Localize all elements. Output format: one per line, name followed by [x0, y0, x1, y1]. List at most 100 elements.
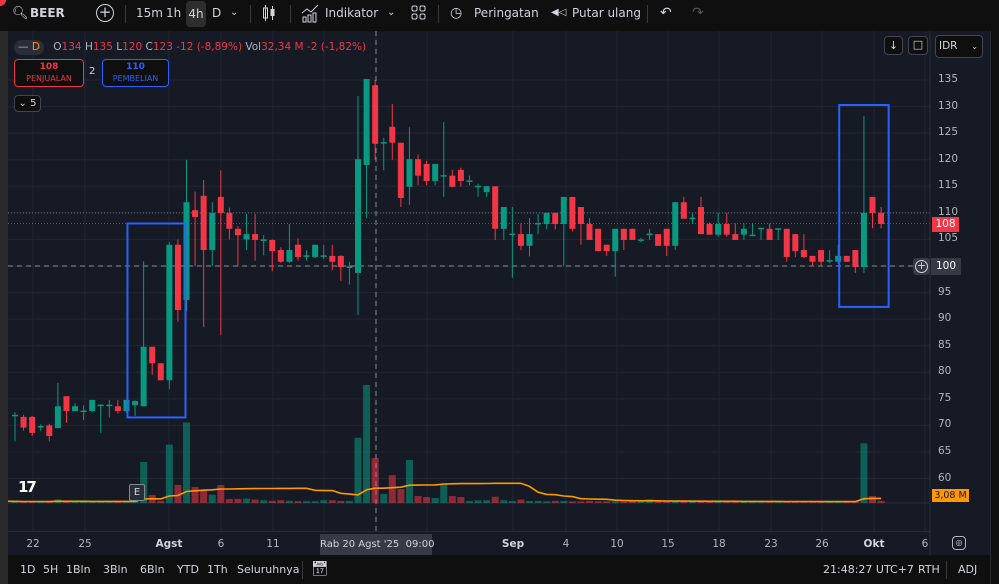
candle-up	[535, 222, 542, 225]
candle-up	[612, 228, 619, 252]
range-button-1th[interactable]: 1Th	[207, 563, 228, 576]
legend-toggle[interactable]: — D	[14, 40, 44, 55]
volume-bar	[869, 496, 876, 503]
candle-up	[260, 239, 267, 241]
time-axis[interactable]: 22 25 Agst 6 11 Sep 4 10 15 18 23 26 Okt 6 Rab 20 Agst…	[8, 531, 930, 556]
volume-bar	[860, 443, 868, 503]
candle-up	[106, 404, 113, 407]
candle-up	[80, 410, 87, 413]
volume-bar	[414, 496, 422, 503]
plus-circle-icon: +	[915, 259, 928, 273]
volume-bar	[208, 494, 216, 503]
earnings-event-marker[interactable]: E	[129, 484, 145, 501]
time-axis-label: 4	[562, 538, 570, 550]
volume-bar	[380, 493, 388, 503]
time-axis-label: 11	[266, 538, 280, 550]
range-button-1d[interactable]: 1D	[20, 563, 35, 576]
candle-down	[869, 196, 876, 213]
chevron-down-icon: ⌄	[971, 42, 978, 51]
candle-down	[663, 228, 670, 246]
legend-interval: D	[31, 41, 40, 53]
candle-down	[603, 244, 610, 252]
candle-down	[552, 212, 559, 225]
candle-down	[852, 250, 859, 268]
volume-bar	[191, 487, 199, 503]
price-axis-label: 125	[938, 126, 959, 139]
time-axis-label: Sep	[501, 538, 525, 550]
candle-down	[252, 234, 259, 240]
range-button-5h[interactable]: 5H	[43, 563, 58, 576]
candle-down	[577, 207, 584, 225]
range-button-6bln[interactable]: 6Bln	[140, 563, 165, 576]
range-button-1bln[interactable]: 1Bln	[66, 563, 91, 576]
volume-bar	[251, 499, 259, 503]
candle-up	[500, 207, 507, 229]
volume-bar	[620, 501, 628, 503]
time-axis-label: 6	[217, 538, 225, 550]
candle-up	[637, 239, 644, 241]
candle-down	[149, 346, 156, 364]
scroll-to-latest-arrow-down-icon[interactable]: ↓	[884, 36, 903, 55]
sell-price: 108	[39, 62, 59, 72]
volume-bar	[157, 500, 165, 503]
candle-up	[672, 202, 679, 246]
spread-value: 2	[89, 66, 96, 77]
volume-bar	[637, 501, 645, 503]
crosshair-time-label: Rab 20 Agst '25 09:00	[320, 534, 434, 555]
candle-down	[372, 85, 379, 144]
candle-down	[200, 195, 207, 251]
volume-bar	[440, 483, 448, 503]
candle-down	[269, 239, 276, 252]
volume-bar	[328, 500, 336, 503]
adjust-toggle[interactable]: ADJ	[958, 563, 977, 576]
price-axis-label: 85	[938, 338, 952, 351]
volume-value: 32,34 M	[261, 41, 304, 53]
volume-label: Vol	[245, 41, 262, 53]
range-button-3bln[interactable]: 3Bln	[103, 563, 128, 576]
tradingview-logo[interactable]: 17	[18, 478, 37, 496]
volume-bar	[586, 500, 594, 503]
candle-down	[294, 244, 301, 257]
candle-down	[397, 142, 404, 198]
fullscreen-square-icon[interactable]: □	[908, 36, 928, 55]
candle-down	[46, 425, 53, 437]
candle-up	[97, 404, 104, 407]
clock[interactable]: 21:48:27 UTC+7	[823, 563, 914, 576]
candle-down	[423, 163, 430, 181]
candle-down	[809, 255, 816, 262]
volume-bar	[577, 501, 585, 503]
range-button-ytd[interactable]: YTD	[177, 563, 199, 576]
candle-up	[54, 406, 61, 429]
candle-up	[466, 180, 473, 182]
volume-change: -2 (-1,82%)	[306, 41, 367, 53]
candle-down	[680, 202, 687, 219]
candle-up	[209, 212, 216, 251]
candle-up	[355, 159, 361, 273]
candle-down	[595, 228, 602, 252]
bottom-bar: 1D 5H 1Bln 3Bln 6Bln YTD 1Th Seluruhnya 📅︎ 21:4…	[8, 556, 990, 584]
candle-down	[114, 406, 121, 412]
buy-button[interactable]: 110 PEMBELIAN	[102, 59, 169, 87]
volume-bar	[277, 500, 285, 503]
currency-select[interactable]: IDR ⌄	[935, 35, 983, 58]
sell-button[interactable]: 108 PENJUALAN	[14, 59, 84, 87]
session-toggle[interactable]: RTH	[918, 563, 940, 576]
go-to-date-calendar-icon[interactable]: 📅︎	[311, 561, 329, 577]
candle-up	[560, 196, 567, 225]
price-chart[interactable]	[0, 0, 999, 584]
volume-bar	[225, 498, 233, 503]
high-label: H	[84, 41, 93, 53]
collapse-indicators-button[interactable]: ⌄ 5	[14, 95, 41, 112]
price-axis-label: 75	[938, 391, 952, 404]
volume-bar	[508, 500, 516, 503]
candle-up	[740, 228, 747, 235]
candle-down	[706, 224, 713, 235]
candle-up	[475, 185, 482, 188]
axis-settings-gear-icon[interactable]: ◎	[952, 536, 966, 550]
candle-up	[526, 234, 533, 246]
candle-up	[758, 227, 765, 230]
volume-bar	[517, 499, 525, 503]
range-button-seluruhnya[interactable]: Seluruhnya	[237, 563, 299, 576]
add-alert-button[interactable]: +	[913, 258, 930, 275]
candle-up	[140, 346, 147, 407]
